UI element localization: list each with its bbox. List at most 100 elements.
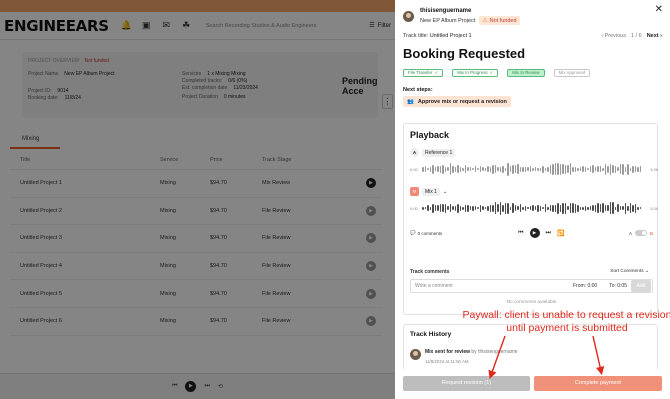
waveform-bar: [527, 207, 529, 209]
warning-icon: ⚠: [482, 18, 488, 24]
waveform-bar: [627, 205, 629, 211]
waveform-bar: [434, 205, 436, 211]
waveform-bar: [589, 206, 591, 210]
waveform-bar: [499, 201, 501, 215]
comments-count-label: 0 comments: [417, 230, 443, 236]
waveform-bar: [502, 165, 504, 173]
ab-toggle[interactable]: A B: [629, 230, 653, 236]
next-step-action[interactable]: 👥 Approve mix or request a revision: [403, 96, 511, 107]
add-comment-button[interactable]: Add: [631, 280, 651, 292]
waveform-bar: [587, 206, 589, 210]
waveform-bar: [442, 204, 444, 212]
waveform-bar: [609, 163, 611, 175]
waveform-bar: [587, 168, 589, 170]
from-field[interactable]: From: 0:00: [573, 283, 597, 289]
track-b-chip[interactable]: V Mix 1 ⌄: [410, 187, 447, 196]
history-date: 11/8/2024 at 11:50 AM: [425, 359, 469, 364]
waveform-bar: [569, 163, 571, 175]
waveform-bar: [492, 164, 494, 174]
waveform-bar: [599, 166, 601, 172]
paywall-annotation: Paywall: client is unable to request a r…: [462, 309, 670, 334]
waveform-bar: [522, 166, 524, 172]
pager-previous-button[interactable]: ‹ Previous: [601, 33, 626, 39]
waveform-bar: [534, 167, 536, 171]
waveform-bar: [472, 168, 474, 170]
waveform-bar: [462, 206, 464, 210]
waveform-bar: [429, 166, 431, 172]
waveform-bar: [529, 206, 531, 210]
track-a-chip[interactable]: A Reference 1: [410, 148, 456, 157]
waveform-bar: [634, 166, 636, 172]
waveform-bar: [609, 202, 611, 214]
waveform-bar: [604, 163, 606, 175]
previous-icon[interactable]: ⏮: [518, 230, 523, 237]
waveform-bar: [482, 167, 484, 171]
waveform-bar: [567, 206, 569, 210]
next-icon[interactable]: ⏭: [546, 230, 551, 237]
waveform-bar: [464, 165, 466, 173]
waveform-bar: [509, 166, 511, 172]
waveform-bar: [529, 166, 531, 172]
complete-payment-button[interactable]: Complete payment: [534, 376, 662, 391]
waveform-bar: [477, 207, 479, 209]
waveform-bar: [447, 206, 449, 210]
chevron-down-icon: ⌄: [442, 188, 448, 195]
waveform-b[interactable]: [422, 201, 646, 215]
waveform-bar: [437, 166, 439, 172]
waveform-bar: [432, 203, 434, 213]
ab-switch[interactable]: [634, 230, 647, 236]
close-icon[interactable]: ✕: [655, 4, 663, 15]
sort-comments-dropdown[interactable]: Sort Comments ⌄: [610, 269, 649, 274]
from-label: From:: [573, 283, 587, 289]
waveform-bar: [584, 205, 586, 211]
waveform-bar: [467, 167, 469, 171]
track-title: Track title: Untitled Project 1: [403, 33, 472, 39]
project-info: New EP Album Project ⚠ Not funded: [420, 16, 520, 25]
waveform-bar: [567, 165, 569, 173]
waveform-bar: [549, 205, 551, 211]
people-icon: 👥: [407, 98, 414, 105]
waveform-bar: [579, 206, 581, 210]
waveform-bar: [592, 205, 594, 211]
waveform-bar: [617, 167, 619, 171]
waveform-a[interactable]: [422, 162, 646, 176]
pager-next-button[interactable]: Next ›: [647, 33, 662, 39]
funding-badge: ⚠ Not funded: [479, 16, 520, 25]
chevron-down-icon: ⌄: [644, 269, 649, 274]
track-b-end-time: 3:36: [650, 205, 658, 211]
track-b-letter: V: [410, 187, 419, 196]
waveform-bar: [537, 204, 539, 212]
waveform-bar: [602, 203, 604, 213]
waveform-bar: [449, 163, 451, 175]
request-revision-button[interactable]: Request revision (1): [403, 376, 530, 391]
waveform-bar: [469, 167, 471, 171]
waveform-bar: [629, 167, 631, 171]
track-a-label: Reference 1: [422, 148, 456, 157]
project-name: New EP Album Project: [420, 17, 476, 24]
comment-input[interactable]: Write a comment From: 0:00 To: 0:05 Add: [410, 279, 653, 293]
sort-comments-label: Sort Comments: [610, 269, 644, 274]
waveform-bar: [574, 203, 576, 213]
repeat-icon[interactable]: 🔁: [557, 230, 564, 237]
waveform-bar: [422, 206, 424, 210]
waveform-bar: [562, 164, 564, 174]
ab-label-b: B: [649, 230, 653, 236]
waveform-bar: [612, 165, 614, 173]
waveform-bar: [454, 166, 456, 172]
track-title-row: Track title: Untitled Project 1 ‹ Previo…: [403, 33, 662, 39]
waveform-bar: [557, 163, 559, 175]
waveform-bar: [479, 166, 481, 172]
waveform-bar: [494, 202, 496, 214]
play-icon[interactable]: ▶: [529, 228, 540, 238]
waveform-bar: [599, 204, 601, 212]
track-comments-label: Track comments: [410, 269, 450, 275]
modal-backdrop[interactable]: [0, 0, 395, 399]
waveform-bar: [632, 204, 634, 212]
avatar: [403, 11, 414, 22]
waveform-bar: [589, 166, 591, 172]
history-item: Mix sent for review by thisisenguername …: [410, 349, 518, 364]
waveform-bar: [512, 164, 514, 174]
to-field[interactable]: To: 0:05: [609, 283, 627, 289]
waveform-bar: [462, 167, 464, 171]
waveform-bar: [602, 167, 604, 171]
